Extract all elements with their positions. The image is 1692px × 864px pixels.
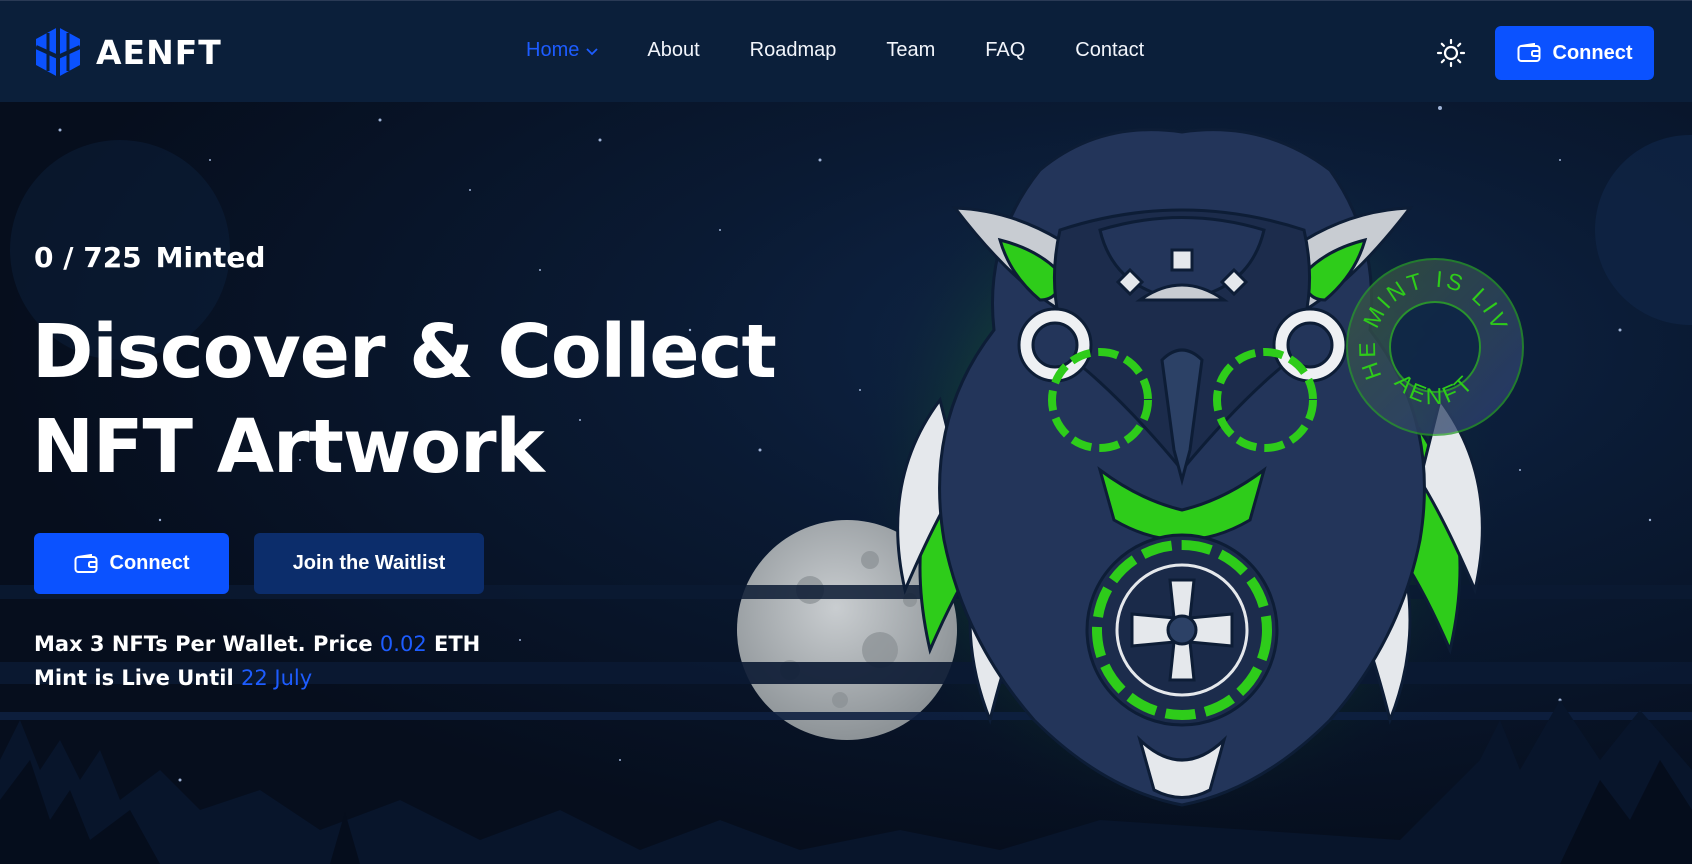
hero-headline: Discover & Collect NFT Artwork	[32, 305, 777, 495]
join-waitlist-button[interactable]: Join the Waitlist	[254, 533, 484, 594]
headline-line-2: NFT Artwork	[32, 404, 545, 490]
main-nav: Home About Roadmap Team FAQ Contact	[526, 39, 1144, 62]
mint-until-date: 22 July	[240, 666, 313, 690]
wallet-icon	[1517, 43, 1540, 62]
nav-item-label: Home	[526, 39, 580, 61]
header-connect-label: Connect	[1552, 41, 1633, 64]
mint-info: Max 3 NFTs Per Wallet. Price 0.02 ETH Mi…	[34, 627, 480, 695]
header-connect-button[interactable]: Connect	[1495, 26, 1654, 80]
wallet-icon	[74, 553, 97, 573]
mint-info-line-2: Mint is Live Until 22 July	[34, 661, 480, 695]
price-prefix: Max 3 NFTs Per Wallet. Price	[34, 632, 373, 656]
mint-live-badge: THE MINT IS LIVE AENFT	[1342, 254, 1524, 436]
mint-until-prefix: Mint is Live Until	[34, 666, 234, 690]
sun-icon[interactable]	[1436, 38, 1466, 68]
hero-connect-label: Connect	[109, 552, 190, 574]
minted-count: 0 / 725	[34, 241, 142, 274]
minted-label: Minted	[155, 241, 266, 274]
chevron-down-icon	[586, 47, 598, 55]
brand-name: AENFT	[96, 32, 222, 72]
price-currency: ETH	[434, 632, 481, 656]
headline-line-1: Discover & Collect	[32, 309, 777, 395]
brand-logo[interactable]: AENFT	[34, 25, 222, 79]
hero-connect-button[interactable]: Connect	[34, 533, 229, 594]
nav-item-roadmap[interactable]: Roadmap	[750, 39, 837, 62]
minted-counter: 0 / 725 Minted	[34, 241, 265, 274]
nav-item-faq[interactable]: FAQ	[985, 39, 1025, 62]
join-waitlist-label: Join the Waitlist	[292, 552, 446, 574]
site-header: AENFT Home About Roadmap Team FAQ Contac…	[0, 0, 1692, 102]
nav-item-team[interactable]: Team	[886, 39, 935, 62]
hex-cube-logo-icon	[35, 27, 81, 77]
nav-item-about[interactable]: About	[647, 39, 699, 62]
nav-item-home[interactable]: Home	[526, 39, 599, 62]
mint-info-line-1: Max 3 NFTs Per Wallet. Price 0.02 ETH	[34, 627, 480, 661]
price-value: 0.02	[379, 632, 427, 656]
nav-item-contact[interactable]: Contact	[1075, 39, 1144, 62]
